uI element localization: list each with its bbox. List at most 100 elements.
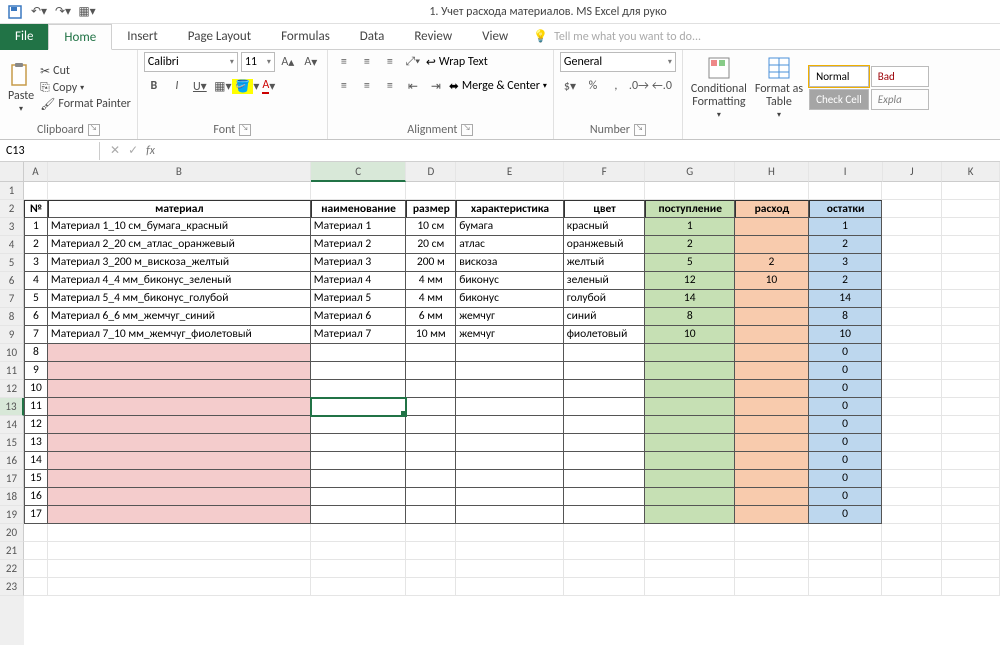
cell-F17[interactable]	[564, 470, 646, 488]
cell-C18[interactable]	[311, 488, 407, 506]
cell-C1[interactable]	[311, 182, 407, 200]
cell-I15[interactable]: 0	[809, 434, 883, 452]
cell-J6[interactable]	[882, 272, 942, 290]
align-bottom-icon[interactable]: ≡	[380, 52, 400, 72]
cell-A1[interactable]	[24, 182, 48, 200]
cell-J13[interactable]	[882, 398, 942, 416]
cell-B19[interactable]	[48, 506, 311, 524]
cell-G16[interactable]	[645, 452, 735, 470]
cell-A5[interactable]: 3	[24, 254, 48, 272]
cell-E6[interactable]: биконус	[456, 272, 564, 290]
align-middle-icon[interactable]: ≡	[357, 52, 377, 72]
cell-I2[interactable]: остатки	[809, 200, 883, 218]
cell-F14[interactable]	[564, 416, 646, 434]
cell-E20[interactable]	[456, 524, 564, 542]
cell-C6[interactable]: Материал 4	[311, 272, 407, 290]
accept-formula-icon[interactable]: ✓	[128, 143, 138, 158]
cell-J19[interactable]	[882, 506, 942, 524]
cell-C19[interactable]	[311, 506, 407, 524]
cell-K8[interactable]	[942, 308, 1000, 326]
cell-G4[interactable]: 2	[645, 236, 735, 254]
cell-F12[interactable]	[564, 380, 646, 398]
cell-K5[interactable]	[942, 254, 1000, 272]
cell-H2[interactable]: расход	[735, 200, 809, 218]
cell-C11[interactable]	[311, 362, 407, 380]
cell-E21[interactable]	[456, 542, 564, 560]
cell-A12[interactable]: 10	[24, 380, 48, 398]
align-right-icon[interactable]: ≡	[380, 76, 400, 96]
cell-B16[interactable]	[48, 452, 311, 470]
cell-H20[interactable]	[735, 524, 809, 542]
increase-indent-icon[interactable]: ⇥	[426, 76, 446, 96]
cell-G14[interactable]	[645, 416, 735, 434]
tab-view[interactable]: View	[467, 24, 523, 50]
cell-B11[interactable]	[48, 362, 311, 380]
tab-home[interactable]: Home	[48, 24, 112, 50]
cell-B6[interactable]: Материал 4_4 мм_биконус_зеленый	[48, 272, 311, 290]
cell-G10[interactable]	[645, 344, 735, 362]
cut-button[interactable]: ✂Cut	[40, 64, 131, 79]
cell-H17[interactable]	[735, 470, 809, 488]
cell-B20[interactable]	[48, 524, 311, 542]
cell-B22[interactable]	[48, 560, 311, 578]
cell-B3[interactable]: Материал 1_10 см_бумага_красный	[48, 218, 311, 236]
cell-D4[interactable]: 20 см	[406, 236, 456, 254]
cell-I16[interactable]: 0	[809, 452, 883, 470]
orientation-icon[interactable]: ⤢▾	[403, 52, 423, 72]
cell-I17[interactable]: 0	[809, 470, 883, 488]
name-box[interactable]: C13	[0, 142, 100, 160]
tab-data[interactable]: Data	[345, 24, 400, 50]
cell-I21[interactable]	[809, 542, 883, 560]
cell-F4[interactable]: оранжевый	[564, 236, 646, 254]
cell-I19[interactable]: 0	[809, 506, 883, 524]
style-normal[interactable]: Normal	[809, 66, 869, 87]
cell-H4[interactable]	[735, 236, 809, 254]
cell-I22[interactable]	[809, 560, 883, 578]
cancel-formula-icon[interactable]: ✕	[110, 143, 120, 158]
row-head-9[interactable]: 9	[0, 326, 24, 344]
col-head-I[interactable]: I	[809, 162, 883, 182]
cell-B10[interactable]	[48, 344, 311, 362]
cell-B8[interactable]: Материал 6_6 мм_жемчуг_синий	[48, 308, 311, 326]
cell-D23[interactable]	[406, 578, 456, 596]
format-as-table-button[interactable]: Format as Table▾	[753, 53, 805, 122]
row-head-11[interactable]: 11	[0, 362, 24, 380]
cell-E16[interactable]	[456, 452, 564, 470]
cell-I20[interactable]	[809, 524, 883, 542]
cell-G9[interactable]: 10	[645, 326, 735, 344]
save-icon[interactable]	[6, 3, 24, 21]
font-color-button[interactable]: A▾	[259, 76, 279, 96]
cell-J10[interactable]	[882, 344, 942, 362]
font-name-combo[interactable]: Calibri▾	[144, 52, 238, 72]
cell-I14[interactable]: 0	[809, 416, 883, 434]
cell-F19[interactable]	[564, 506, 646, 524]
style-check-cell[interactable]: Check Cell	[809, 89, 869, 110]
cell-A10[interactable]: 8	[24, 344, 48, 362]
cell-K3[interactable]	[942, 218, 1000, 236]
cell-E13[interactable]	[456, 398, 564, 416]
row-head-8[interactable]: 8	[0, 308, 24, 326]
cell-B7[interactable]: Материал 5_4 мм_биконус_голубой	[48, 290, 311, 308]
cell-B23[interactable]	[48, 578, 311, 596]
redo-icon[interactable]: ↷▾	[54, 3, 72, 21]
row-head-16[interactable]: 16	[0, 452, 24, 470]
cell-A9[interactable]: 7	[24, 326, 48, 344]
cell-I6[interactable]: 2	[809, 272, 883, 290]
row-head-4[interactable]: 4	[0, 236, 24, 254]
cell-H12[interactable]	[735, 380, 809, 398]
cell-D5[interactable]: 200 м	[406, 254, 456, 272]
paste-button[interactable]: Paste▾	[6, 60, 36, 116]
row-head-5[interactable]: 5	[0, 254, 24, 272]
cell-D14[interactable]	[406, 416, 456, 434]
cell-C17[interactable]	[311, 470, 407, 488]
row-head-1[interactable]: 1	[0, 182, 24, 200]
row-head-12[interactable]: 12	[0, 380, 24, 398]
number-format-combo[interactable]: General▾	[560, 52, 676, 72]
cell-D19[interactable]	[406, 506, 456, 524]
tab-insert[interactable]: Insert	[112, 24, 173, 50]
cell-I11[interactable]: 0	[809, 362, 883, 380]
number-dialog-icon[interactable]	[634, 124, 646, 136]
cell-B14[interactable]	[48, 416, 311, 434]
select-all-corner[interactable]	[0, 162, 24, 182]
cell-I4[interactable]: 2	[809, 236, 883, 254]
